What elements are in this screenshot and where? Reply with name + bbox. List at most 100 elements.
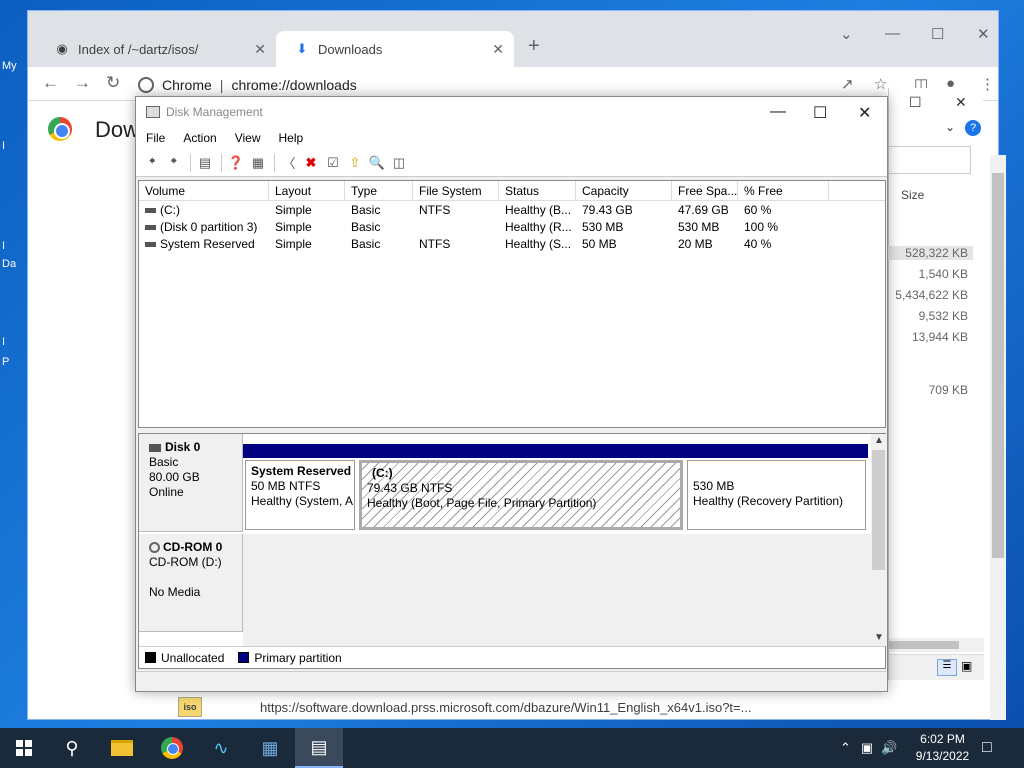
vertical-scrollbar[interactable] <box>990 155 1006 720</box>
column-file-system[interactable]: File System <box>413 181 499 201</box>
cell-layout: Simple <box>275 203 312 217</box>
file-size: 5,434,622 KB <box>895 288 968 302</box>
column-free-space[interactable]: Free Spa... <box>672 181 738 201</box>
minimize-button[interactable]: ☐ <box>909 94 922 111</box>
maximize-button[interactable]: ☐ <box>813 103 827 123</box>
column-layout[interactable]: Layout <box>269 181 345 201</box>
tab-strip: ◉ Index of /~dartz/isos/ ✕ ⬇ Downloads ✕… <box>28 11 998 67</box>
partition-body: (C:) 79.43 GB NTFS Healthy (Boot, Page F… <box>359 460 683 530</box>
scrollbar-thumb[interactable] <box>872 450 885 570</box>
taskbar-resource-monitor[interactable]: ∿ <box>197 728 245 768</box>
column-capacity[interactable]: Capacity <box>576 181 672 201</box>
partition-c-drive[interactable]: (C:) 79.43 GB NTFS Healthy (Boot, Page F… <box>357 444 685 530</box>
chrome-icon <box>161 737 183 759</box>
download-icon: ⬇ <box>296 41 308 56</box>
back-button[interactable]: ← <box>42 73 59 93</box>
forward-button[interactable]: → <box>74 73 91 93</box>
menu-help[interactable]: Help <box>279 131 304 145</box>
close-icon[interactable]: ✕ <box>955 94 967 111</box>
close-window-button[interactable]: ✕ <box>977 25 990 43</box>
column-percent-free[interactable]: % Free <box>738 181 829 201</box>
search-folder-icon[interactable]: 🔍 <box>367 153 387 173</box>
taskbar-chrome[interactable] <box>148 728 196 768</box>
scrollbar-thumb[interactable] <box>992 173 1004 558</box>
taskbar-server-manager[interactable]: ▦ <box>246 728 294 768</box>
menu-file[interactable]: File <box>146 131 165 145</box>
download-item[interactable]: iso https://software.download.prss.micro… <box>178 694 858 720</box>
search-input[interactable] <box>889 146 971 174</box>
title-bar[interactable]: Disk Management — ☐ ✕ <box>136 97 887 127</box>
address-bar[interactable]: Chrome | chrome://downloads <box>138 71 918 99</box>
vertical-scrollbar[interactable]: ▲ ▼ <box>871 434 886 646</box>
show-hide-console-tree-icon[interactable]: ▤ <box>195 153 215 173</box>
share-icon[interactable]: ↗ <box>841 75 854 93</box>
desktop-icon-label[interactable]: I <box>2 336 5 348</box>
scrollbar-thumb[interactable] <box>889 641 959 649</box>
desktop-icon-label[interactable]: I <box>2 240 5 252</box>
file-size: 1,540 KB <box>918 267 968 281</box>
partition-bar <box>357 444 685 458</box>
desktop-icon-label[interactable]: Da <box>2 258 16 270</box>
desktop-icon-label[interactable]: My <box>2 60 17 72</box>
volume-name: (C:) <box>160 203 180 217</box>
minimize-button[interactable]: — <box>885 25 900 42</box>
maximize-button[interactable]: ☐ <box>931 25 944 43</box>
column-type[interactable]: Type <box>345 181 413 201</box>
chevron-down-icon[interactable]: ⌄ <box>945 120 955 134</box>
clock[interactable]: 6:02 PM 9/13/2022 <box>905 731 980 765</box>
chevron-down-icon[interactable]: ⌄ <box>840 25 853 43</box>
close-tab-icon[interactable]: ✕ <box>492 41 504 58</box>
minimize-button[interactable]: — <box>770 103 786 121</box>
column-volume[interactable]: Volume <box>139 181 269 201</box>
column-status[interactable]: Status <box>499 181 576 201</box>
window-title: Disk Management <box>166 105 263 119</box>
table-row[interactable]: (Disk 0 partition 3) Simple Basic Health… <box>139 219 885 236</box>
help-icon[interactable]: ❓ <box>226 153 246 173</box>
search-button[interactable]: ⚲ <box>48 728 96 768</box>
delete-icon[interactable]: ✖ <box>301 153 321 173</box>
connect-drive-icon[interactable]: 〈 <box>279 153 299 173</box>
close-tab-icon[interactable]: ✕ <box>254 41 266 58</box>
network-icon[interactable]: ▣ <box>861 740 873 756</box>
table-row[interactable]: (C:) Simple Basic NTFS Healthy (B... 79.… <box>139 202 885 219</box>
volume-icon[interactable]: 🔊 <box>881 740 897 756</box>
partition-recovery[interactable]: 530 MB Healthy (Recovery Partition) <box>685 444 868 530</box>
tab-downloads[interactable]: ⬇ Downloads ✕ <box>276 31 514 67</box>
forward-arrow-icon[interactable]: 🠺 <box>164 153 184 173</box>
cdrom-0-label[interactable]: CD-ROM 0 CD-ROM (D:) No Media <box>139 534 243 632</box>
desktop-icon-label[interactable]: I <box>2 140 5 152</box>
taskbar-disk-management[interactable]: ▤ <box>295 728 343 768</box>
partition-system-reserved[interactable]: System Reserved 50 MB NTFS Healthy (Syst… <box>243 444 357 530</box>
bookmark-star-icon[interactable]: ☆ <box>874 75 887 93</box>
disk-graphical-view: Disk 0 Basic 80.00 GB Online System Rese… <box>138 433 886 669</box>
new-tab-button[interactable]: + <box>528 35 540 58</box>
desktop-icon-label[interactable]: P <box>2 356 9 368</box>
disk-0-label[interactable]: Disk 0 Basic 80.00 GB Online <box>139 434 243 532</box>
notification-icon[interactable]: □ <box>982 728 992 768</box>
large-icons-view-icon[interactable]: ▣ <box>961 659 972 673</box>
tab-index-of-isos[interactable]: ◉ Index of /~dartz/isos/ ✕ <box>36 31 276 67</box>
upload-folder-icon[interactable]: ⇧ <box>345 153 365 173</box>
menu-action[interactable]: Action <box>183 131 216 145</box>
disk-type: Basic <box>149 455 179 469</box>
horizontal-scrollbar[interactable] <box>889 638 984 652</box>
properties-pane-icon[interactable]: ▦ <box>248 153 268 173</box>
details-view-icon[interactable]: ☰ <box>937 659 957 676</box>
start-button[interactable] <box>0 728 48 768</box>
download-url[interactable]: https://software.download.prss.microsoft… <box>260 700 751 715</box>
help-icon[interactable]: ? <box>965 120 981 136</box>
reload-button[interactable]: ↻ <box>106 73 120 93</box>
scroll-up-icon[interactable]: ▲ <box>874 435 884 446</box>
taskbar-file-explorer[interactable] <box>98 728 146 768</box>
size-column-header[interactable]: Size <box>901 188 924 202</box>
chevron-up-icon[interactable]: ⌃ <box>840 740 851 756</box>
table-row[interactable]: System Reserved Simple Basic NTFS Health… <box>139 236 885 253</box>
close-window-button[interactable]: ✕ <box>858 103 871 123</box>
chrome-icon <box>138 77 154 93</box>
scroll-down-icon[interactable]: ▼ <box>874 632 884 643</box>
back-arrow-icon[interactable]: 🠸 <box>142 153 162 173</box>
cd-rom-icon <box>149 542 160 554</box>
checklist-icon[interactable]: ☑ <box>323 153 343 173</box>
menu-view[interactable]: View <box>235 131 261 145</box>
settings-panel-icon[interactable]: ◫ <box>389 153 409 173</box>
